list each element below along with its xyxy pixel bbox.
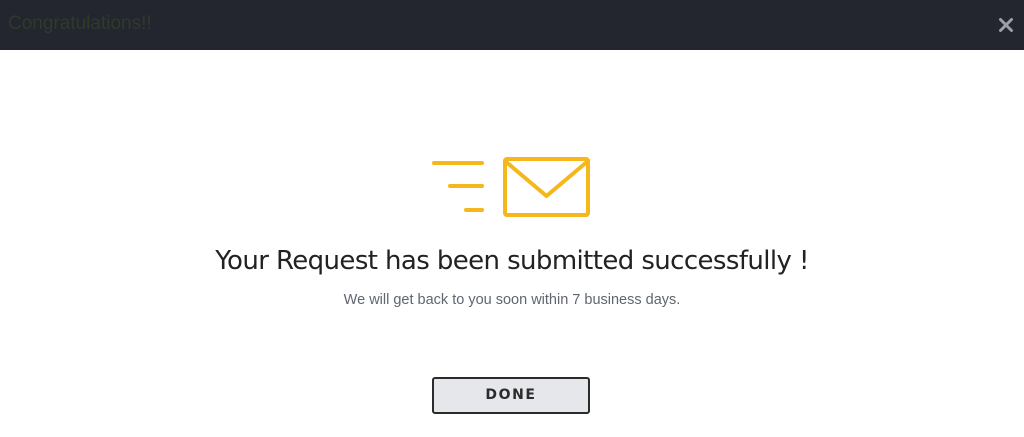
close-button[interactable] xyxy=(998,17,1014,33)
modal-title: Congratulations!! xyxy=(8,13,152,34)
envelope-sent-icon xyxy=(430,155,592,219)
success-subtext: We will get back to you soon within 7 bu… xyxy=(343,292,681,308)
success-headline: Your Request has been submitted successf… xyxy=(215,246,809,276)
done-button[interactable]: DONE xyxy=(432,377,590,414)
modal-header: Congratulations!! xyxy=(0,0,1024,50)
close-icon xyxy=(999,18,1013,32)
success-modal: Congratulations!! Your Request has been … xyxy=(0,0,1024,437)
